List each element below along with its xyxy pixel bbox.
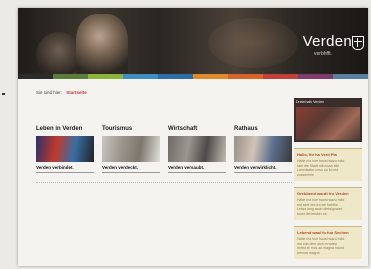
color-bar-segment[interactable] [88,74,123,79]
website-page: Verden verbhfft. Sie sind hier: Startsei… [18,8,368,266]
sidebar: Dreierhalb Verden Hallo, Ihr ha Verd Pla… [294,98,362,259]
section-wirtschaft[interactable]: Wirtschaft Verden versaubt. [168,126,226,173]
color-bar-segment[interactable] [333,74,368,79]
promo-image [296,107,360,140]
brand-logo[interactable]: Verden verbhfft. [303,34,352,57]
color-bar-segment[interactable] [228,74,263,79]
news-title[interactable]: Lebend waal fu fuu Sechen [297,230,359,235]
color-bar-segment[interactable] [18,74,53,79]
color-bar-segment[interactable] [123,74,158,79]
promo-box[interactable]: Dreierhalb Verden [294,98,362,142]
color-navigation-bar [18,74,368,79]
news-box: Hallo, Ihr ha Verd Pla Hatte ma hoe haus… [294,148,362,181]
section-thumbnail[interactable] [36,136,94,162]
section-thumbnail[interactable] [102,136,160,162]
section-title: Tourismus [102,126,133,132]
section-title: Rathaus [234,126,258,132]
section-caption[interactable]: Verden verbindet. [36,165,94,173]
divider [36,182,292,184]
news-line: brenoa magna [297,250,320,255]
promo-title: Dreierhalb Verden [296,100,325,104]
section-teasers: Leben in Verden Verden verbindet. Touris… [36,126,292,173]
news-title[interactable]: Hallo, Ihr ha Verd Pla [297,152,359,157]
section-thumbnail[interactable] [234,136,292,162]
brand-name: Verden [302,33,352,50]
section-caption[interactable]: Verden verwirklicht. [234,165,292,173]
section-caption[interactable]: Verden verdeckt. [102,165,160,173]
crest-icon [352,36,364,50]
brand-tagline: verbhfft. [314,51,332,57]
section-leben[interactable]: Leben in Verden Verden verbindet. [36,126,94,173]
banner-person [76,14,128,74]
breadcrumb-current[interactable]: Startseite [66,90,87,95]
news-box: Grebbend wardt fru Verden Hatte ma hoe h… [294,187,362,220]
scan-mark [2,93,5,95]
news-box: Lebend waal fu fuu Sechen Hatte ma hoe h… [294,226,362,259]
news-line: zussenhrie [297,172,314,177]
section-tourismus[interactable]: Tourismus Verden verdeckt. [102,126,160,173]
section-caption[interactable]: Verden versaubt. [168,165,226,173]
section-title: Leben in Verden [36,126,83,132]
header-banner: Verden verbhfft. [18,8,368,74]
color-bar-segment[interactable] [53,74,88,79]
breadcrumb: Sie sind hier: Startseite [36,90,87,95]
section-thumbnail[interactable] [168,136,226,162]
breadcrumb-prefix: Sie sind hier: [36,90,63,95]
news-line: toner ilet kesber va [297,211,327,216]
color-bar-segment[interactable] [193,74,228,79]
section-title: Wirtschaft [168,126,198,132]
section-rathaus[interactable]: Rathaus Verden verwirklicht. [234,126,292,173]
color-bar-segment[interactable] [158,74,193,79]
color-bar-segment[interactable] [298,74,333,79]
banner-light [208,18,298,68]
news-title[interactable]: Grebbend wardt fru Verden [297,191,359,196]
color-bar-segment[interactable] [263,74,298,79]
